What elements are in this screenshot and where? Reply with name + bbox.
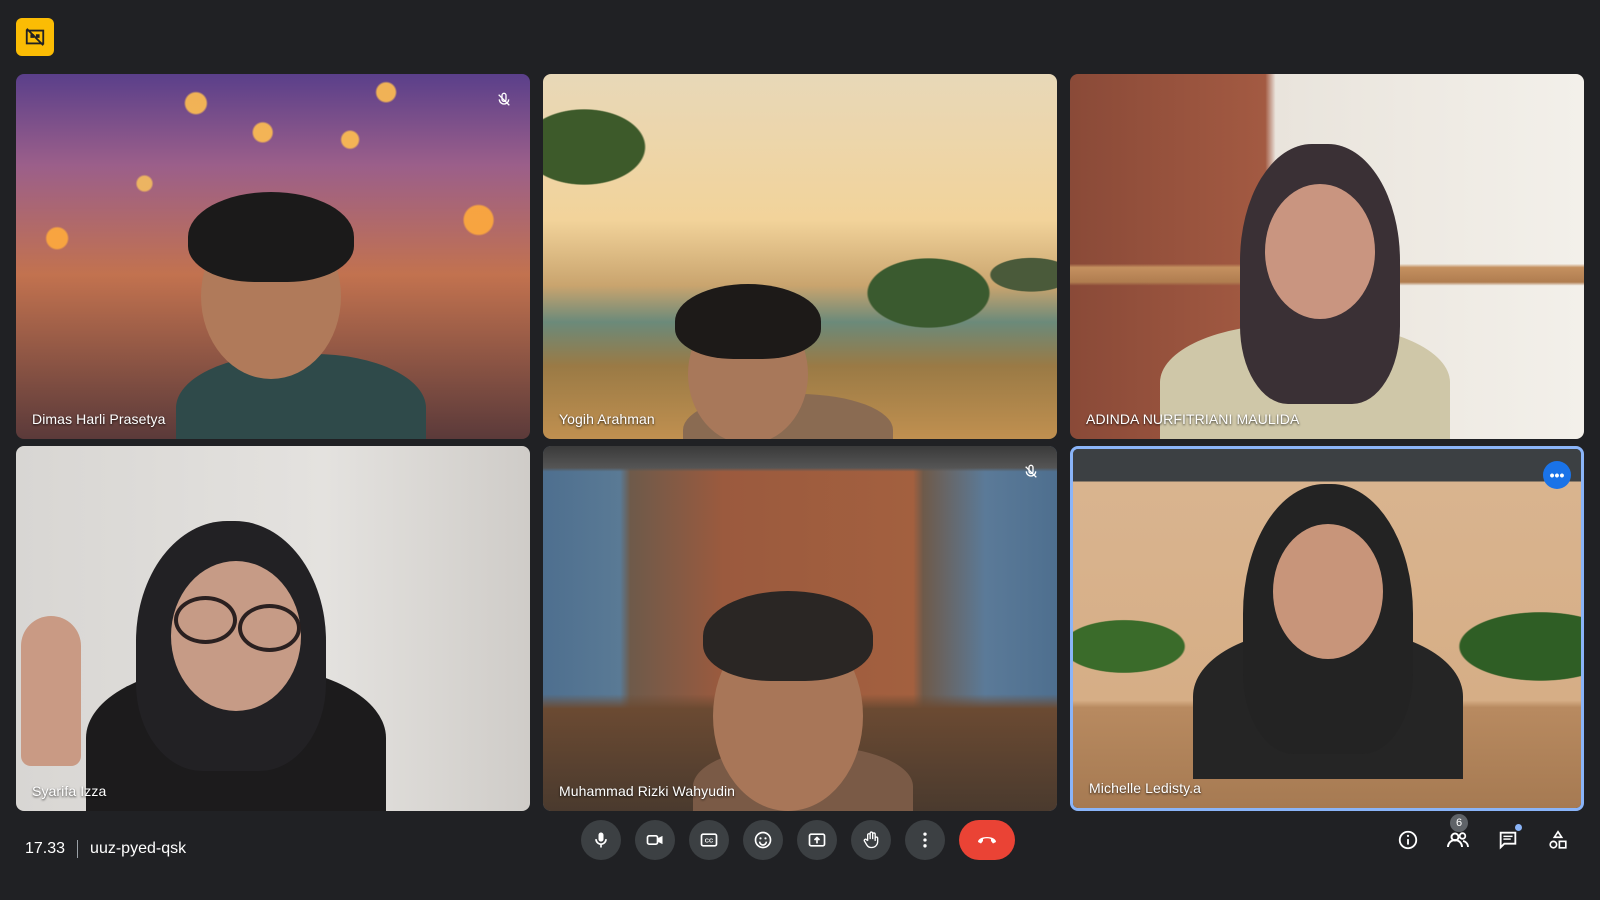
activities-icon (1549, 830, 1567, 849)
captions-button[interactable]: CC (689, 820, 729, 860)
hang-up-icon (978, 837, 996, 844)
emoji-button[interactable] (743, 820, 783, 860)
svg-text:CC: CC (705, 839, 714, 845)
captions-icon: CC (700, 833, 718, 847)
participant-grid: Dimas Harli Prasetya Yogih Arahman ADIND… (16, 74, 1584, 814)
people-button[interactable]: 6 (1438, 814, 1478, 860)
participant-tile[interactable]: Dimas Harli Prasetya (16, 74, 530, 439)
raise-hand-icon (863, 831, 879, 849)
meeting-code[interactable]: uuz-pyed-qsk (90, 840, 186, 858)
camera-icon (646, 835, 663, 845)
bottom-toolbar: 17.33 uuz-pyed-qsk CC 6 (0, 814, 1600, 900)
emoji-icon (754, 831, 772, 849)
meeting-info-button[interactable] (1388, 820, 1428, 860)
hang-up-button[interactable] (959, 820, 1015, 860)
participant-name: Muhammad Rizki Wahyudin (559, 783, 736, 799)
participant-tile[interactable]: Muhammad Rizki Wahyudin (543, 446, 1057, 811)
participant-name: ADINDA NURFITRIANI MAULIDA (1086, 411, 1300, 427)
tiles-hidden-icon (25, 28, 45, 46)
more-options-button[interactable]: ••• (1543, 461, 1571, 489)
participant-tile[interactable]: Yogih Arahman (543, 74, 1057, 439)
info-icon (1398, 830, 1418, 850)
participant-name: Syarifa Izza (32, 783, 107, 799)
muted-mic-icon (494, 90, 514, 110)
chat-button[interactable] (1488, 820, 1528, 860)
microphone-button[interactable] (581, 820, 621, 860)
more-options-icon (923, 832, 927, 848)
chat-icon (1499, 831, 1517, 850)
divider (77, 840, 79, 858)
people-count-badge: 6 (1450, 814, 1468, 832)
call-controls: CC (581, 820, 1015, 860)
participant-tile[interactable]: Syarifa Izza (16, 446, 530, 811)
more-options-button[interactable] (905, 820, 945, 860)
participant-tile-active[interactable]: ••• Michelle Ledisty.a (1070, 446, 1584, 811)
participant-tile[interactable]: ADINDA NURFITRIANI MAULIDA (1070, 74, 1584, 439)
camera-button[interactable] (635, 820, 675, 860)
participant-name: Dimas Harli Prasetya (32, 411, 166, 427)
activities-button[interactable] (1538, 820, 1578, 860)
tiles-hidden-badge[interactable] (16, 18, 54, 56)
participant-name: Yogih Arahman (559, 411, 655, 427)
side-panel-controls: 6 (1388, 814, 1578, 860)
meeting-time: 17.33 (25, 840, 66, 857)
present-icon (808, 833, 826, 847)
microphone-icon (595, 832, 607, 848)
unread-dot (1515, 824, 1522, 831)
present-button[interactable] (797, 820, 837, 860)
raise-hand-button[interactable] (851, 820, 891, 860)
participant-name: Michelle Ledisty.a (1089, 780, 1202, 796)
meeting-details: 17.33 uuz-pyed-qsk (25, 840, 186, 858)
muted-mic-icon (1021, 462, 1041, 482)
